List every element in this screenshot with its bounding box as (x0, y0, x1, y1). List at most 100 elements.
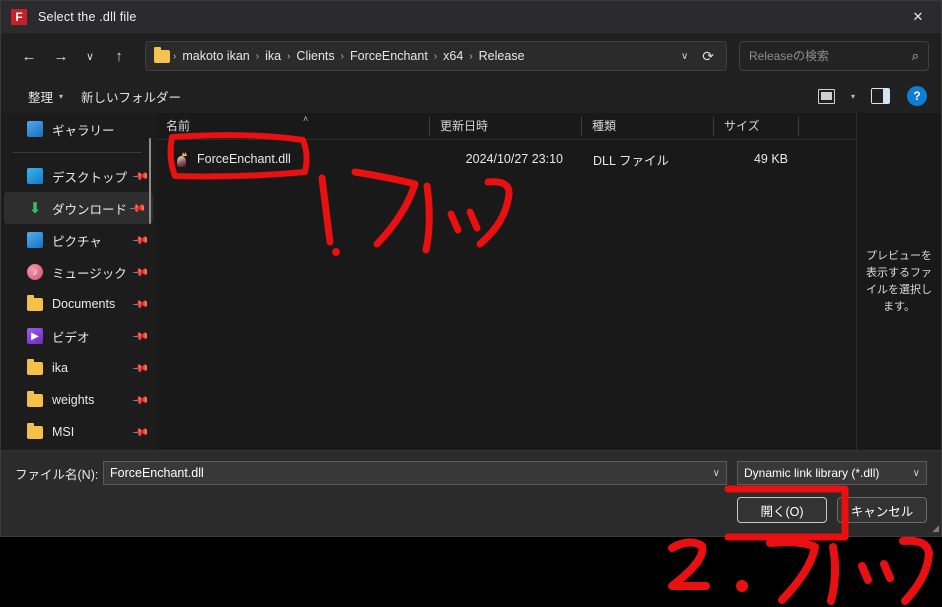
chevron-down-icon[interactable]: ∨ (707, 468, 720, 479)
file-date-cell: 2024/10/27 23:10 (465, 152, 563, 166)
command-bar-right: ▾ ? (811, 83, 927, 109)
picture-icon (27, 232, 43, 248)
breadcrumb-item-5[interactable]: Release (474, 47, 530, 65)
search-input[interactable] (749, 49, 912, 63)
list-view-icon (817, 88, 835, 104)
sidebar-item-documents[interactable]: Documents 📌 (1, 288, 156, 320)
pin-icon: 📌 (131, 391, 150, 410)
organize-label: 整理 (28, 90, 54, 105)
breadcrumb-item-3[interactable]: ForceEnchant (345, 47, 433, 65)
breadcrumb-item-1[interactable]: ika (260, 47, 286, 65)
file-name-label: ForceEnchant.dll (197, 152, 291, 166)
pin-icon: 📌 (131, 231, 150, 250)
filename-input[interactable] (110, 466, 707, 480)
sidebar-item-label: ika (52, 361, 68, 375)
breadcrumb-item-0[interactable]: makoto ikan (177, 47, 254, 65)
resize-grip[interactable]: ◢ (932, 523, 939, 534)
open-button[interactable]: 開く(O) (737, 497, 827, 523)
navigation-bar: ← → ∨ ↑ › makoto ikan › ika › Clients › … (1, 33, 941, 79)
help-button[interactable]: ? (907, 86, 927, 106)
sort-ascending-icon: ˄ (303, 113, 309, 124)
preview-pane-icon (871, 88, 890, 104)
file-name-cell[interactable]: ForceEnchant.dll (156, 151, 429, 167)
window-title: Select the .dll file (38, 10, 137, 24)
pin-icon: 📌 (131, 423, 150, 442)
column-header-type[interactable]: 種類 (581, 116, 713, 136)
pin-icon: 📌 (131, 167, 150, 186)
sidebar-item-label: ピクチャ (52, 234, 102, 249)
chevron-down-icon: ▾ (59, 91, 64, 101)
file-type-filter[interactable]: Dynamic link library (*.dll) ∨ (737, 461, 927, 485)
view-mode-dropdown[interactable]: ▾ (844, 87, 862, 106)
navigation-pane: ギャラリー デスクトップ 📌 ⬇ ダウンロード 📌 ピクチャ 📌 ♪ ミュージッ (1, 113, 156, 450)
filename-field[interactable]: ∨ (103, 461, 727, 485)
forward-icon[interactable]: → (45, 41, 77, 71)
download-icon: ⬇ (28, 200, 42, 217)
refresh-icon[interactable]: ⟳ (698, 48, 724, 65)
music-icon: ♪ (27, 264, 43, 280)
column-header-blank (798, 116, 856, 136)
new-folder-label: 新しいフォルダー (81, 90, 182, 105)
gallery-icon (27, 121, 43, 137)
folder-icon (27, 294, 43, 311)
sidebar-scrollbar[interactable] (149, 138, 151, 224)
organize-button[interactable]: 整理 ▾ (19, 82, 72, 111)
file-size-cell: 49 KB (753, 152, 788, 166)
cancel-button[interactable]: キャンセル (837, 497, 927, 523)
search-icon: ⌕ (911, 48, 919, 63)
pin-icon: 📌 (131, 295, 150, 314)
sidebar-item-weights[interactable]: weights 📌 (1, 384, 156, 416)
table-row[interactable]: ForceEnchant.dll 2024/10/27 23:10 DLL ファ… (156, 144, 856, 174)
sidebar-item-music[interactable]: ♪ ミュージック 📌 (1, 256, 156, 288)
title-bar: F Select the .dll file ✕ (1, 1, 941, 33)
view-mode-button[interactable] (811, 84, 842, 109)
recent-locations-icon[interactable]: ∨ (77, 41, 103, 71)
pin-icon: 📌 (131, 359, 150, 378)
sidebar-item-ika[interactable]: ika 📌 (1, 352, 156, 384)
dll-file-icon (174, 151, 190, 167)
dialog-footer: ファイル名(N): ∨ Dynamic link library (*.dll)… (1, 450, 941, 536)
pin-icon: 📌 (128, 199, 147, 218)
search-box[interactable]: ⌕ (739, 41, 929, 71)
window-controls: ✕ (895, 1, 941, 33)
back-icon[interactable]: ← (13, 41, 45, 71)
sidebar-item-pictures[interactable]: ピクチャ 📌 (1, 224, 156, 256)
breadcrumb-item-4[interactable]: x64 (438, 47, 468, 65)
column-header-date[interactable]: 更新日時 (429, 116, 581, 136)
pin-icon: 📌 (131, 327, 150, 346)
column-header-size[interactable]: サイズ (713, 116, 798, 136)
sidebar-item-label: MSI (52, 425, 75, 439)
up-icon[interactable]: ↑ (103, 41, 135, 71)
sidebar-item-desktop[interactable]: デスクトップ 📌 (1, 160, 156, 192)
column-header-name[interactable]: 名前 ˄ (156, 114, 429, 136)
column-header-name-label: 名前 (166, 118, 191, 133)
app-icon: F (11, 9, 27, 25)
video-icon: ▶ (27, 328, 43, 344)
breadcrumb-item-2[interactable]: Clients (291, 47, 339, 65)
new-folder-button[interactable]: 新しいフォルダー (72, 82, 190, 111)
sidebar-item-label: Documents (52, 297, 116, 311)
breadcrumb[interactable]: › makoto ikan › ika › Clients › ForceEnc… (145, 41, 727, 71)
file-open-dialog: F Select the .dll file ✕ ← → ∨ ↑ › makot… (0, 0, 942, 537)
file-list: 名前 ˄ 更新日時 種類 サイズ ForceEnchant.dll 2024/1… (156, 113, 856, 450)
sidebar-item-msi[interactable]: MSI 📌 (1, 416, 156, 448)
chevron-down-icon: ▾ (850, 91, 855, 101)
sidebar-item-downloads[interactable]: ⬇ ダウンロード 📌 (4, 192, 153, 224)
filename-row: ファイル名(N): ∨ Dynamic link library (*.dll)… (1, 451, 941, 485)
chevron-down-icon[interactable]: ∨ (671, 51, 698, 62)
sidebar-item-label: ギャラリー (52, 123, 115, 138)
sidebar-item-videos[interactable]: ▶ ビデオ 📌 (1, 320, 156, 352)
sidebar-item-label: ビデオ (52, 330, 90, 345)
preview-pane-button[interactable] (864, 83, 897, 109)
sidebar-item-gallery[interactable]: ギャラリー (1, 113, 156, 145)
close-icon[interactable]: ✕ (895, 1, 941, 33)
sidebar-item-label: ダウンロード (52, 202, 128, 217)
folder-icon (154, 46, 170, 63)
sidebar-item-label: weights (52, 393, 95, 407)
folder-icon (27, 358, 43, 375)
filename-label: ファイル名(N): (15, 467, 99, 482)
sidebar-item-label: デスクトップ (52, 170, 128, 185)
preview-message: プレビューを表示するファイルを選択します。 (866, 249, 932, 313)
command-bar: 整理 ▾ 新しいフォルダー ▾ ? (1, 79, 941, 113)
annotation-step-2 (668, 536, 933, 605)
